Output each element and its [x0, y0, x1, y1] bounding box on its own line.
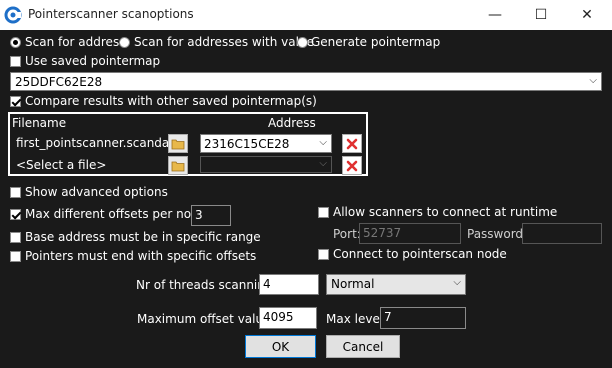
max-offset-value-input[interactable]: 4095 [259, 307, 317, 329]
label-scan-for-address: Scan for address [25, 35, 126, 49]
row1-address-combobox[interactable]: 2316C15CE28 ⌵ [200, 134, 332, 153]
folder-icon [171, 139, 185, 149]
port-input[interactable]: 52737 [359, 223, 461, 244]
cheat-engine-icon [4, 6, 22, 24]
pointers-end-offsets-checkbox[interactable] [10, 251, 21, 262]
max-offsets-label: Max different offsets per node: [25, 207, 211, 221]
max-offsets-checkbox[interactable] [10, 209, 21, 220]
password-label: Password [467, 227, 524, 241]
row2-delete-button[interactable] [342, 156, 362, 175]
ok-button-label: OK [271, 339, 290, 354]
radio-scan-for-address[interactable] [10, 37, 21, 48]
row2-open-file-button[interactable] [168, 156, 188, 175]
maximize-icon: ☐ [534, 7, 548, 23]
allow-scanners-label: Allow scanners to connect at runtime [333, 205, 558, 219]
saved-pointermap-combobox[interactable]: 25DDFC62E28 ⌵ [10, 72, 602, 91]
row1-delete-button[interactable] [342, 134, 362, 153]
folder-icon [171, 161, 185, 171]
chevron-down-icon: ⌵ [319, 137, 327, 148]
radio-generate-pointermap[interactable] [297, 37, 308, 48]
label-scan-for-addresses-with-value: Scan for addresses with value [134, 35, 314, 49]
thread-priority-value: Normal [331, 277, 375, 291]
delete-x-icon [346, 138, 358, 149]
compare-results-checkbox[interactable] [10, 96, 21, 107]
use-saved-pointermap-checkbox[interactable] [10, 56, 21, 67]
connect-pointerscan-node-checkbox[interactable] [318, 249, 329, 260]
close-button[interactable]: ✕ [564, 0, 610, 30]
delete-x-icon [346, 160, 358, 171]
title-bar: Pointerscanner scanoptions — ☐ ✕ [0, 0, 612, 30]
close-icon: ✕ [581, 7, 593, 23]
pointerscanner-options-window: Pointerscanner scanoptions — ☐ ✕ Scan fo… [0, 0, 612, 368]
chevron-down-icon: ⌵ [319, 158, 327, 169]
allow-scanners-checkbox[interactable] [318, 207, 329, 218]
base-address-range-checkbox[interactable] [10, 232, 21, 243]
saved-pointermap-value: 25DDFC62E28 [15, 75, 103, 89]
chevron-down-icon: ⌵ [589, 75, 597, 86]
max-level-value: 7 [384, 310, 392, 324]
label-generate-pointermap: Generate pointermap [311, 35, 441, 49]
threads-input[interactable]: 4 [259, 274, 319, 295]
minimize-button[interactable]: — [472, 0, 518, 30]
max-level-input[interactable]: 7 [380, 307, 466, 329]
max-level-label: Max level [326, 312, 384, 326]
max-offset-value: 4095 [263, 310, 294, 324]
thread-priority-select[interactable]: Normal ⌵ [326, 274, 466, 295]
compare-results-label: Compare results with other saved pointer… [25, 94, 317, 108]
threads-label: Nr of threads scanning: [136, 278, 277, 292]
column-header-address: Address [268, 116, 316, 130]
pointermap-compare-table: Filename Address first_pointscanner.scan… [8, 112, 368, 176]
port-label: Port: [333, 227, 361, 241]
show-advanced-options-label: Show advanced options [25, 185, 168, 199]
connect-pointerscan-node-label: Connect to pointerscan node [333, 247, 507, 261]
pointers-end-offsets-label: Pointers must end with specific offsets [25, 249, 257, 263]
minimize-icon: — [488, 7, 502, 23]
ok-button[interactable]: OK [245, 335, 316, 358]
cancel-button-label: Cancel [342, 339, 384, 354]
password-input[interactable] [522, 223, 602, 244]
max-offsets-value: 3 [195, 208, 203, 222]
radio-scan-for-addresses-with-value[interactable] [119, 37, 130, 48]
port-value: 52737 [363, 226, 402, 240]
row1-open-file-button[interactable] [168, 134, 188, 153]
show-advanced-options-checkbox[interactable] [10, 187, 21, 198]
window-title: Pointerscanner scanoptions [28, 7, 194, 21]
row1-address-value: 2316C15CE28 [204, 137, 290, 151]
cancel-button[interactable]: Cancel [326, 335, 400, 358]
maximize-button[interactable]: ☐ [518, 0, 564, 30]
max-offset-value-label: Maximum offset value: [137, 312, 275, 326]
chevron-down-icon: ⌵ [453, 277, 461, 288]
row2-filename: <Select a file> [16, 158, 107, 172]
threads-value: 4 [263, 277, 271, 291]
row1-filename: first_pointscanner.scandata [16, 136, 182, 150]
column-header-filename: Filename [12, 116, 67, 130]
row2-address-combobox[interactable]: ⌵ [200, 156, 332, 173]
base-address-range-label: Base address must be in specific range [25, 230, 261, 244]
use-saved-pointermap-label: Use saved pointermap [25, 54, 161, 68]
max-offsets-input[interactable]: 3 [191, 205, 231, 226]
